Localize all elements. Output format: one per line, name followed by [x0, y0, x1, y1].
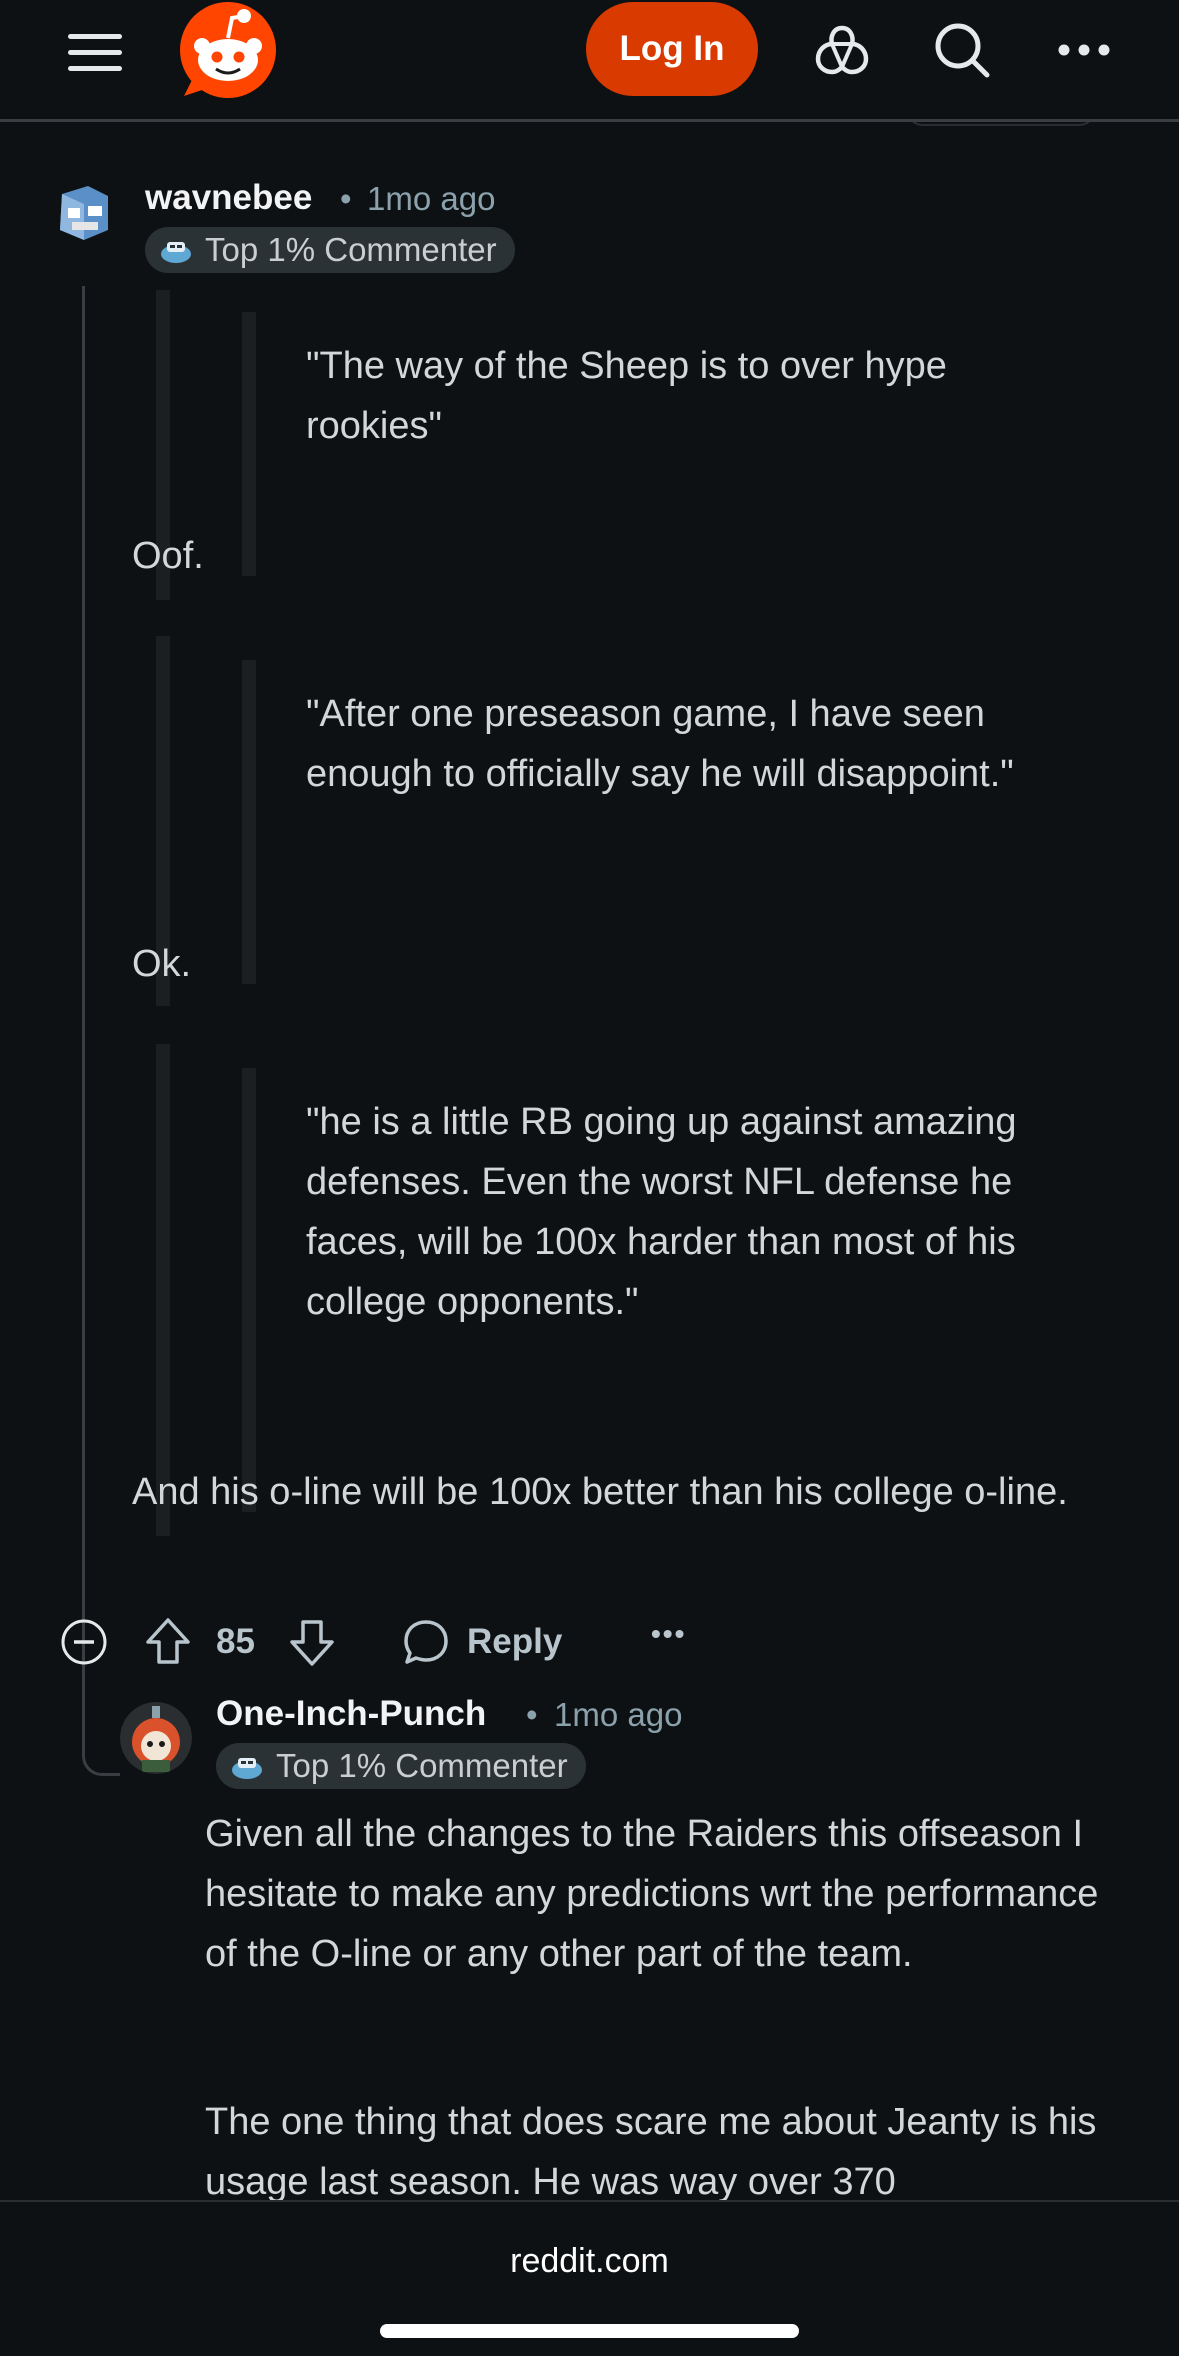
avatar[interactable]	[50, 180, 116, 246]
comment-thread: wavnebee • 1mo ago Top 1% Commenter "The…	[0, 122, 1179, 2200]
upvote-icon[interactable]	[144, 1616, 192, 1666]
timestamp: 1mo ago	[367, 180, 496, 217]
browser-bottom-bar: reddit.com	[0, 2200, 1179, 2356]
username[interactable]: One-Inch-Punch	[216, 1694, 486, 1734]
username[interactable]: wavnebee	[145, 178, 312, 218]
quote-bar	[242, 312, 256, 576]
reddit-logo[interactable]	[178, 0, 278, 100]
separator-dot: •	[340, 180, 352, 217]
vote-count: 85	[216, 1622, 255, 1661]
comment-text: Ok.	[132, 943, 192, 985]
thread-line	[82, 286, 85, 1736]
user-flair: Top 1% Commenter	[216, 1743, 586, 1789]
comment-text: Given all the changes to the Raiders thi…	[205, 1813, 1099, 1975]
reply-button[interactable]: Reply	[467, 1622, 562, 1662]
top-navigation-bar: Log In	[0, 0, 1179, 122]
scrolled-pill	[906, 122, 1096, 126]
comment-text: Oof.	[132, 535, 204, 577]
advertise-icon[interactable]	[812, 22, 872, 78]
quote-text: "The way of the Sheep is to over hype ro…	[306, 345, 947, 447]
quote-text: "he is a little RB going up against amaz…	[306, 1101, 1017, 1323]
thread-connector	[82, 1736, 120, 1776]
more-actions-button[interactable]: •••	[651, 1618, 686, 1650]
user-flair: Top 1% Commenter	[145, 227, 515, 273]
timestamp: 1mo ago	[554, 1696, 683, 1733]
log-in-button[interactable]: Log In	[586, 2, 758, 96]
more-options-icon[interactable]	[1056, 40, 1112, 60]
comment-text: The one thing that does scare me about J…	[205, 2101, 1097, 2200]
quote-text: "After one preseason game, I have seen e…	[306, 693, 1014, 795]
flair-label: Top 1% Commenter	[205, 231, 497, 268]
home-indicator[interactable]	[380, 2324, 799, 2338]
avatar[interactable]	[120, 1702, 192, 1774]
quote-bar	[242, 660, 256, 984]
quote-bar	[242, 1068, 256, 1512]
search-icon[interactable]	[932, 20, 992, 80]
comment-icon[interactable]	[402, 1618, 450, 1666]
domain-label[interactable]: reddit.com	[0, 2242, 1179, 2281]
separator-dot: •	[526, 1696, 538, 1733]
downvote-icon[interactable]	[288, 1618, 336, 1668]
collapse-icon[interactable]	[60, 1618, 108, 1666]
top-commenter-icon	[159, 235, 193, 265]
menu-icon[interactable]	[62, 26, 128, 78]
flair-label: Top 1% Commenter	[276, 1747, 568, 1784]
comment-text: And his o-line will be 100x better than …	[132, 1471, 1068, 1513]
top-commenter-icon	[230, 1751, 264, 1781]
